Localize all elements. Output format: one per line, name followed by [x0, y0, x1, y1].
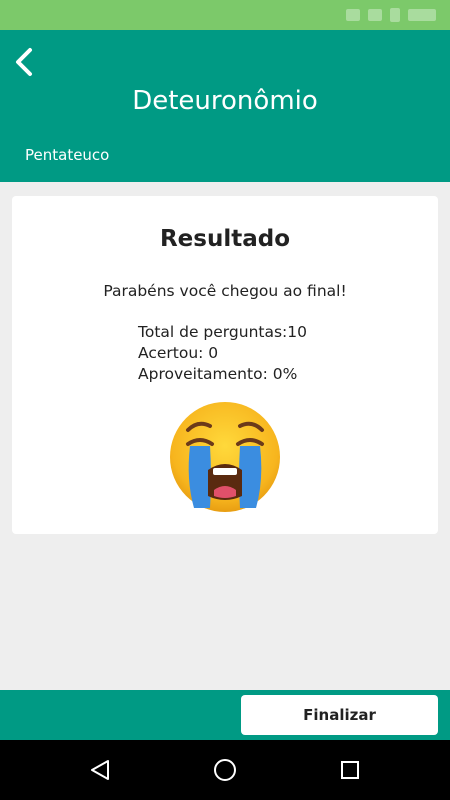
result-title: Resultado	[159, 226, 291, 252]
status-bar	[0, 0, 450, 30]
nav-home-icon	[214, 759, 236, 781]
finish-button[interactable]: Finalizar	[241, 695, 438, 735]
battery-icon	[390, 8, 400, 22]
result-message: Parabéns você chegou ao final!	[103, 282, 347, 300]
wifi-icon	[368, 9, 382, 21]
result-card: Resultado Parabéns você chegou ao final!…	[12, 196, 438, 534]
nav-back-icon	[91, 760, 109, 780]
nav-back-button[interactable]	[84, 754, 116, 786]
clock-icon	[408, 9, 436, 21]
signal-icon	[346, 9, 360, 21]
back-arrow-icon	[16, 48, 32, 76]
status-icons	[346, 8, 436, 22]
app-bar: Deteuronômio Pentateuco	[0, 30, 450, 182]
nav-recents-icon	[341, 761, 359, 779]
nav-recents-button[interactable]	[334, 754, 366, 786]
page-title: Deteuronômio	[132, 86, 318, 116]
total-questions-text: Total de perguntas:10	[138, 323, 307, 341]
loudly-crying-face-icon	[170, 402, 280, 512]
result-stats: Total de perguntas:10 Acertou: 0 Aprovei…	[138, 322, 307, 385]
bottom-bar: Finalizar	[0, 690, 450, 740]
system-navigation-bar	[0, 740, 450, 800]
nav-home-button[interactable]	[209, 754, 241, 786]
performance-text: Aproveitamento: 0%	[138, 365, 298, 383]
back-button[interactable]	[6, 44, 42, 80]
page-subtitle: Pentateuco	[25, 146, 110, 164]
correct-answers-text: Acertou: 0	[138, 344, 219, 362]
